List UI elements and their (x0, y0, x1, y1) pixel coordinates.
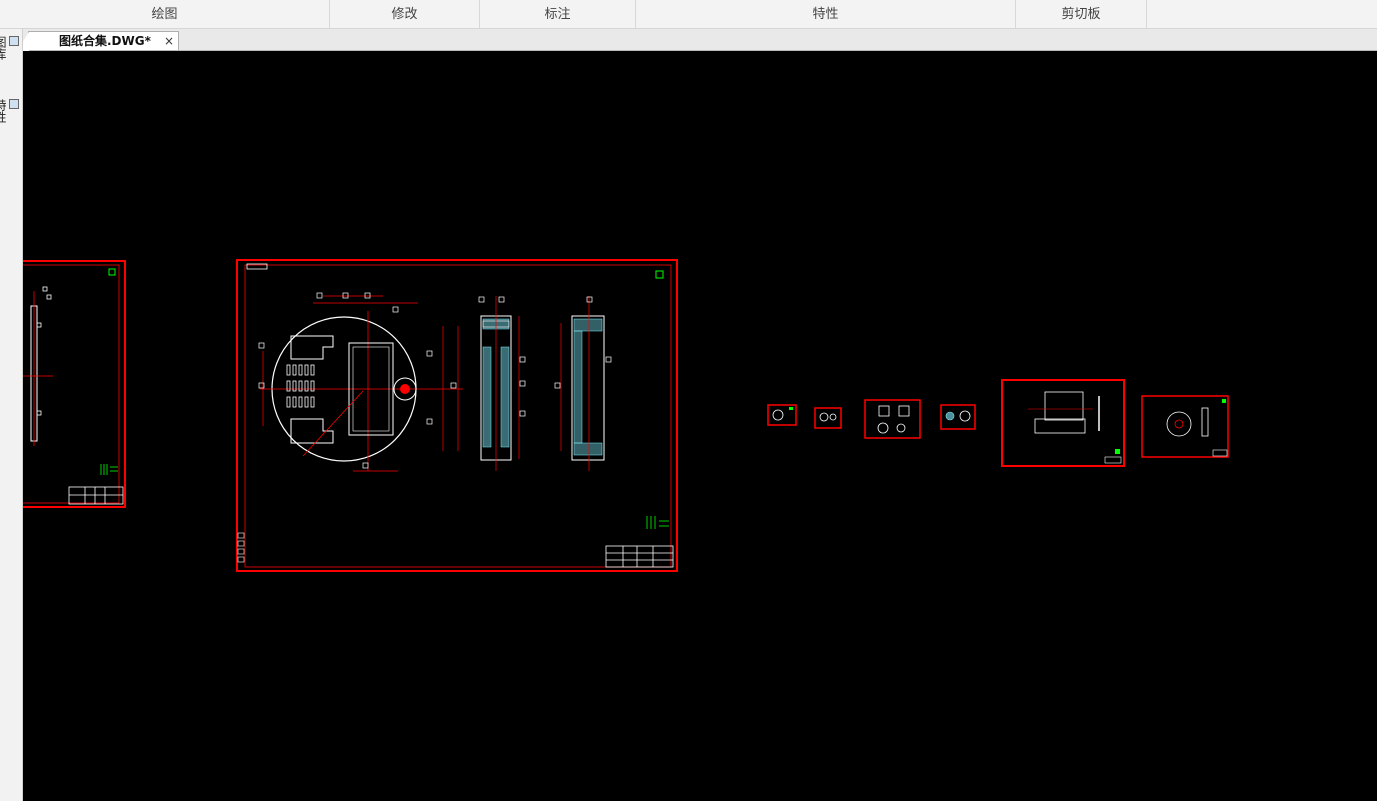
side-palette: 图库 特性 (0, 29, 23, 801)
sidebar-item-library[interactable]: 图库 (0, 36, 19, 60)
drawing-sheet-4[interactable] (814, 407, 842, 429)
document-tab[interactable]: 图纸合集.DWG* × (17, 31, 179, 51)
drawing-sheet-5[interactable] (864, 399, 921, 439)
model-space (23, 259, 1229, 572)
sidebar-item-label: 图库 (0, 36, 7, 60)
document-tab-title: 图纸合集.DWG* (59, 34, 151, 48)
ribbon-group-bar: 绘图 修改 标注 特性 剪切板 (0, 0, 1377, 29)
drawing-canvas[interactable] (23, 51, 1377, 801)
document-tab-bar: 图纸合集.DWG* × (0, 29, 1377, 51)
close-tab-icon[interactable]: × (164, 32, 174, 50)
sidebar-item-properties[interactable]: 特性 (0, 99, 19, 123)
ribbon-group-draw[interactable]: 绘图 (0, 0, 330, 28)
drawing-sheet-2[interactable] (236, 259, 678, 572)
drawing-sheet-7[interactable] (1001, 379, 1125, 467)
ribbon-group-properties[interactable]: 特性 (636, 0, 1016, 28)
drawing-sheet-1[interactable] (23, 260, 126, 508)
ribbon-group-annotate[interactable]: 标注 (480, 0, 636, 28)
ribbon-group-clipboard[interactable]: 剪切板 (1016, 0, 1147, 28)
drawing-sheet-6[interactable] (940, 404, 976, 430)
drawing-sheet-8[interactable] (1141, 395, 1229, 458)
sidebar-item-label: 特性 (0, 99, 7, 123)
drawing-sheet-3[interactable] (767, 404, 797, 426)
properties-icon (9, 99, 19, 109)
library-icon (9, 36, 19, 46)
ribbon-group-modify[interactable]: 修改 (330, 0, 480, 28)
